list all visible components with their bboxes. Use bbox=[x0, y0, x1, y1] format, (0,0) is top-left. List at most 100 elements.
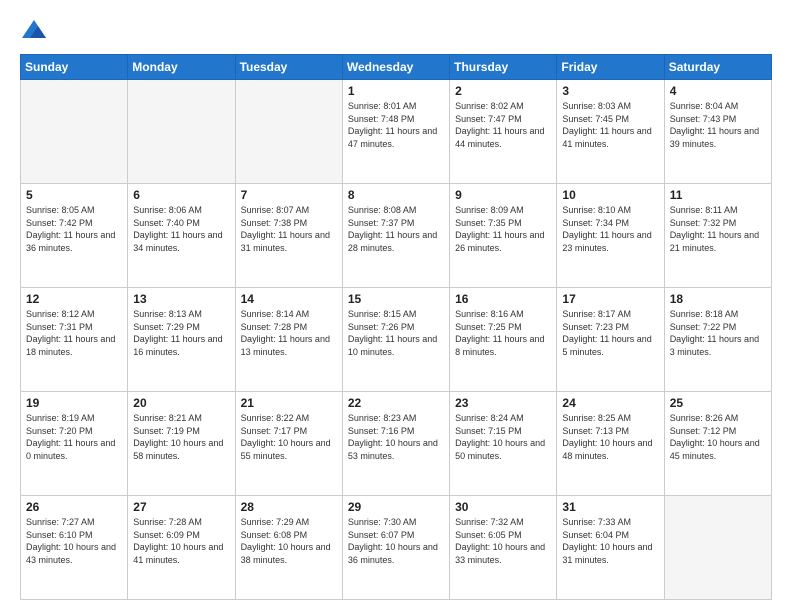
day-info: Sunrise: 7:27 AMSunset: 6:10 PMDaylight:… bbox=[26, 516, 122, 566]
calendar-cell: 16 Sunrise: 8:16 AMSunset: 7:25 PMDayligh… bbox=[450, 288, 557, 392]
header bbox=[20, 16, 772, 44]
day-info: Sunrise: 8:19 AMSunset: 7:20 PMDaylight:… bbox=[26, 412, 122, 462]
day-info: Sunrise: 8:13 AMSunset: 7:29 PMDaylight:… bbox=[133, 308, 229, 358]
day-number: 10 bbox=[562, 188, 658, 202]
day-info: Sunrise: 7:32 AMSunset: 6:05 PMDaylight:… bbox=[455, 516, 551, 566]
day-number: 11 bbox=[670, 188, 766, 202]
day-info: Sunrise: 8:09 AMSunset: 7:35 PMDaylight:… bbox=[455, 204, 551, 254]
calendar-cell: 21 Sunrise: 8:22 AMSunset: 7:17 PMDayligh… bbox=[235, 392, 342, 496]
weekday-header: Wednesday bbox=[342, 55, 449, 80]
calendar-table: SundayMondayTuesdayWednesdayThursdayFrid… bbox=[20, 54, 772, 600]
calendar-cell: 22Sunrise: 8:23 AMSunset: 7:16 PMDayligh… bbox=[342, 392, 449, 496]
calendar-cell: 26 Sunrise: 7:27 AMSunset: 6:10 PMDayligh… bbox=[21, 496, 128, 600]
day-info: Sunrise: 8:02 AMSunset: 7:47 PMDaylight:… bbox=[455, 100, 551, 150]
day-info: Sunrise: 8:07 AMSunset: 7:38 PMDaylight:… bbox=[241, 204, 337, 254]
day-info: Sunrise: 7:33 AMSunset: 6:04 PMDaylight:… bbox=[562, 516, 658, 566]
calendar-cell: 29 Sunrise: 7:30 AMSunset: 6:07 PMDayligh… bbox=[342, 496, 449, 600]
day-info: Sunrise: 8:18 AMSunset: 7:22 PMDaylight:… bbox=[670, 308, 766, 358]
calendar-cell: 14 Sunrise: 8:14 AMSunset: 7:28 PMDayligh… bbox=[235, 288, 342, 392]
calendar-cell: 13 Sunrise: 8:13 AMSunset: 7:29 PMDayligh… bbox=[128, 288, 235, 392]
day-info: Sunrise: 8:05 AMSunset: 7:42 PMDaylight:… bbox=[26, 204, 122, 254]
day-number: 5 bbox=[26, 188, 122, 202]
day-info: Sunrise: 8:23 AMSunset: 7:16 PMDaylight:… bbox=[348, 412, 444, 462]
day-info: Sunrise: 7:30 AMSunset: 6:07 PMDaylight:… bbox=[348, 516, 444, 566]
day-number: 16 bbox=[455, 292, 551, 306]
calendar-cell: 19 Sunrise: 8:19 AMSunset: 7:20 PMDayligh… bbox=[21, 392, 128, 496]
page: SundayMondayTuesdayWednesdayThursdayFrid… bbox=[0, 0, 792, 612]
day-info: Sunrise: 8:17 AMSunset: 7:23 PMDaylight:… bbox=[562, 308, 658, 358]
calendar-cell: 10 Sunrise: 8:10 AMSunset: 7:34 PMDayligh… bbox=[557, 184, 664, 288]
day-info: Sunrise: 8:15 AMSunset: 7:26 PMDaylight:… bbox=[348, 308, 444, 358]
logo-icon bbox=[20, 16, 48, 44]
day-info: Sunrise: 8:21 AMSunset: 7:19 PMDaylight:… bbox=[133, 412, 229, 462]
day-number: 7 bbox=[241, 188, 337, 202]
calendar-cell: 18 Sunrise: 8:18 AMSunset: 7:22 PMDayligh… bbox=[664, 288, 771, 392]
calendar-cell bbox=[664, 496, 771, 600]
day-number: 14 bbox=[241, 292, 337, 306]
weekday-header: Saturday bbox=[664, 55, 771, 80]
day-number: 2 bbox=[455, 84, 551, 98]
day-number: 26 bbox=[26, 500, 122, 514]
calendar-cell: 8 Sunrise: 8:08 AMSunset: 7:37 PMDaylight… bbox=[342, 184, 449, 288]
day-number: 4 bbox=[670, 84, 766, 98]
day-info: Sunrise: 8:08 AMSunset: 7:37 PMDaylight:… bbox=[348, 204, 444, 254]
weekday-header: Thursday bbox=[450, 55, 557, 80]
calendar-cell: 31Sunrise: 7:33 AMSunset: 6:04 PMDayligh… bbox=[557, 496, 664, 600]
day-number: 13 bbox=[133, 292, 229, 306]
day-info: Sunrise: 8:26 AMSunset: 7:12 PMDaylight:… bbox=[670, 412, 766, 462]
calendar-cell bbox=[21, 80, 128, 184]
calendar-cell: 1 Sunrise: 8:01 AMSunset: 7:48 PMDaylight… bbox=[342, 80, 449, 184]
day-info: Sunrise: 8:25 AMSunset: 7:13 PMDaylight:… bbox=[562, 412, 658, 462]
day-number: 8 bbox=[348, 188, 444, 202]
day-number: 15 bbox=[348, 292, 444, 306]
calendar-cell: 30Sunrise: 7:32 AMSunset: 6:05 PMDayligh… bbox=[450, 496, 557, 600]
calendar-cell: 20 Sunrise: 8:21 AMSunset: 7:19 PMDayligh… bbox=[128, 392, 235, 496]
day-number: 1 bbox=[348, 84, 444, 98]
calendar-cell: 24Sunrise: 8:25 AMSunset: 7:13 PMDayligh… bbox=[557, 392, 664, 496]
day-number: 29 bbox=[348, 500, 444, 514]
day-number: 19 bbox=[26, 396, 122, 410]
day-info: Sunrise: 7:28 AMSunset: 6:09 PMDaylight:… bbox=[133, 516, 229, 566]
calendar-cell: 11Sunrise: 8:11 AMSunset: 7:32 PMDayligh… bbox=[664, 184, 771, 288]
day-number: 21 bbox=[241, 396, 337, 410]
day-info: Sunrise: 8:16 AMSunset: 7:25 PMDaylight:… bbox=[455, 308, 551, 358]
day-number: 23 bbox=[455, 396, 551, 410]
day-number: 12 bbox=[26, 292, 122, 306]
weekday-header: Monday bbox=[128, 55, 235, 80]
calendar-cell: 25 Sunrise: 8:26 AMSunset: 7:12 PMDayligh… bbox=[664, 392, 771, 496]
day-number: 17 bbox=[562, 292, 658, 306]
day-info: Sunrise: 8:22 AMSunset: 7:17 PMDaylight:… bbox=[241, 412, 337, 462]
calendar-cell: 23 Sunrise: 8:24 AMSunset: 7:15 PMDayligh… bbox=[450, 392, 557, 496]
day-info: Sunrise: 8:01 AMSunset: 7:48 PMDaylight:… bbox=[348, 100, 444, 150]
day-info: Sunrise: 8:03 AMSunset: 7:45 PMDaylight:… bbox=[562, 100, 658, 150]
day-info: Sunrise: 8:24 AMSunset: 7:15 PMDaylight:… bbox=[455, 412, 551, 462]
calendar-cell: 4 Sunrise: 8:04 AMSunset: 7:43 PMDaylight… bbox=[664, 80, 771, 184]
calendar-week-row: 12 Sunrise: 8:12 AMSunset: 7:31 PMDayligh… bbox=[21, 288, 772, 392]
day-number: 20 bbox=[133, 396, 229, 410]
weekday-header-row: SundayMondayTuesdayWednesdayThursdayFrid… bbox=[21, 55, 772, 80]
logo bbox=[20, 16, 52, 44]
calendar-cell: 6 Sunrise: 8:06 AMSunset: 7:40 PMDaylight… bbox=[128, 184, 235, 288]
day-info: Sunrise: 8:10 AMSunset: 7:34 PMDaylight:… bbox=[562, 204, 658, 254]
day-info: Sunrise: 7:29 AMSunset: 6:08 PMDaylight:… bbox=[241, 516, 337, 566]
day-info: Sunrise: 8:12 AMSunset: 7:31 PMDaylight:… bbox=[26, 308, 122, 358]
day-info: Sunrise: 8:06 AMSunset: 7:40 PMDaylight:… bbox=[133, 204, 229, 254]
day-info: Sunrise: 8:04 AMSunset: 7:43 PMDaylight:… bbox=[670, 100, 766, 150]
day-number: 25 bbox=[670, 396, 766, 410]
calendar-week-row: 19 Sunrise: 8:19 AMSunset: 7:20 PMDayligh… bbox=[21, 392, 772, 496]
calendar-cell: 17 Sunrise: 8:17 AMSunset: 7:23 PMDayligh… bbox=[557, 288, 664, 392]
calendar-cell: 5 Sunrise: 8:05 AMSunset: 7:42 PMDaylight… bbox=[21, 184, 128, 288]
day-info: Sunrise: 8:14 AMSunset: 7:28 PMDaylight:… bbox=[241, 308, 337, 358]
day-number: 9 bbox=[455, 188, 551, 202]
day-number: 18 bbox=[670, 292, 766, 306]
calendar-week-row: 1 Sunrise: 8:01 AMSunset: 7:48 PMDaylight… bbox=[21, 80, 772, 184]
calendar-week-row: 5 Sunrise: 8:05 AMSunset: 7:42 PMDaylight… bbox=[21, 184, 772, 288]
day-number: 6 bbox=[133, 188, 229, 202]
day-number: 3 bbox=[562, 84, 658, 98]
calendar-cell: 3 Sunrise: 8:03 AMSunset: 7:45 PMDaylight… bbox=[557, 80, 664, 184]
calendar-cell bbox=[235, 80, 342, 184]
calendar-cell: 15 Sunrise: 8:15 AMSunset: 7:26 PMDayligh… bbox=[342, 288, 449, 392]
weekday-header: Friday bbox=[557, 55, 664, 80]
calendar-cell: 9 Sunrise: 8:09 AMSunset: 7:35 PMDaylight… bbox=[450, 184, 557, 288]
calendar-cell: 28Sunrise: 7:29 AMSunset: 6:08 PMDayligh… bbox=[235, 496, 342, 600]
